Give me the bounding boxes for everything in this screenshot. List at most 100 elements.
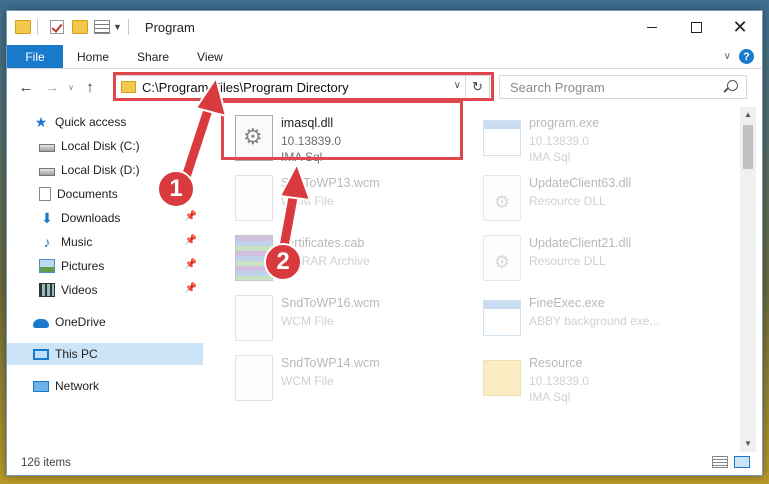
search-icon[interactable] bbox=[727, 80, 738, 91]
file-type: Resource DLL bbox=[529, 254, 606, 268]
details-view-icon[interactable] bbox=[712, 456, 728, 468]
sidebar-item-label: Pictures bbox=[61, 259, 105, 273]
file-item[interactable]: program.exe 10.13839.0 IMA Sql bbox=[475, 111, 715, 167]
file-name: SndToWP16.wcm bbox=[281, 296, 380, 310]
properties-check-icon[interactable] bbox=[50, 20, 64, 34]
file-item[interactable]: certificates.cab WinRAR Archive bbox=[227, 231, 467, 287]
download-icon: ⬇ bbox=[41, 210, 53, 226]
file-item[interactable]: UpdateClient63.dll Resource DLL bbox=[475, 171, 715, 227]
file-version: 10.13839.0 bbox=[529, 374, 590, 388]
file-name: UpdateClient21.dll bbox=[529, 236, 632, 250]
file-item[interactable]: Resource 10.13839.0 IMA Sql bbox=[475, 351, 715, 407]
forward-button[interactable]: → bbox=[39, 79, 65, 96]
file-description: IMA Sql bbox=[529, 390, 571, 404]
ribbon-tabs: File Home Share View ∨ ? bbox=[7, 45, 762, 69]
up-button[interactable]: ↑ bbox=[77, 79, 103, 96]
file-name: program.exe bbox=[529, 116, 600, 130]
sidebar-item-local-disk-c[interactable]: Local Disk (C:) bbox=[7, 135, 203, 157]
item-count: 126 items bbox=[21, 457, 71, 469]
tab-share[interactable]: Share bbox=[123, 45, 183, 68]
recent-locations-icon[interactable]: ∨ bbox=[65, 83, 77, 92]
minimize-button[interactable] bbox=[630, 11, 674, 43]
ribbon-right: ∨ ? bbox=[724, 49, 754, 64]
sidebar-item-videos[interactable]: Videos 📌 bbox=[7, 279, 203, 301]
expand-ribbon-icon[interactable]: ∨ bbox=[724, 51, 731, 62]
sidebar-item-quick-access[interactable]: ★ Quick access bbox=[7, 111, 203, 133]
sidebar-item-label: Quick access bbox=[55, 115, 127, 129]
sidebar-item-downloads[interactable]: ⬇ Downloads 📌 bbox=[7, 207, 203, 229]
sidebar-item-pictures[interactable]: Pictures 📌 bbox=[7, 255, 203, 277]
file-icon bbox=[235, 175, 273, 221]
help-icon[interactable]: ? bbox=[739, 49, 754, 64]
file-name: SndToWP14.wcm bbox=[281, 356, 380, 370]
pin-icon[interactable]: 📌 bbox=[185, 211, 197, 222]
videos-icon bbox=[39, 283, 55, 297]
search-input[interactable]: Search Program bbox=[510, 80, 605, 95]
scroll-thumb[interactable] bbox=[743, 125, 753, 169]
file-icon bbox=[235, 295, 273, 341]
file-name: SndToWP13.wcm bbox=[281, 176, 380, 190]
folder-icon bbox=[483, 360, 521, 396]
scroll-up-icon[interactable]: ▲ bbox=[740, 107, 756, 123]
file-type: WCM File bbox=[281, 374, 334, 388]
tab-home[interactable]: Home bbox=[63, 45, 123, 68]
pin-icon[interactable]: 📌 bbox=[185, 235, 197, 246]
sidebar-item-label: Local Disk (D:) bbox=[61, 163, 140, 177]
explorer-window: ▼ Program ✕ File Home Share View ∨ ? ← →… bbox=[6, 10, 763, 476]
music-icon: ♪ bbox=[43, 234, 51, 250]
sidebar-item-label: OneDrive bbox=[55, 315, 106, 329]
step-1-badge: 1 bbox=[157, 170, 195, 208]
sidebar-item-network[interactable]: Network bbox=[7, 375, 203, 397]
step-2-badge: 2 bbox=[264, 243, 302, 281]
view-switcher bbox=[712, 456, 750, 468]
sidebar-item-label: Music bbox=[61, 235, 93, 249]
divider bbox=[37, 19, 38, 35]
folder-icon bbox=[15, 20, 31, 34]
back-button[interactable]: ← bbox=[13, 79, 39, 96]
search-box[interactable]: Search Program bbox=[499, 75, 747, 99]
file-type: WCM File bbox=[281, 194, 334, 208]
exe-file-icon bbox=[483, 300, 521, 336]
pin-icon[interactable]: 📌 bbox=[185, 283, 197, 294]
new-folder-icon[interactable] bbox=[72, 20, 88, 34]
onedrive-icon bbox=[33, 319, 49, 328]
close-button[interactable]: ✕ bbox=[718, 11, 762, 43]
pictures-icon bbox=[39, 259, 55, 273]
tab-view[interactable]: View bbox=[183, 45, 237, 68]
star-icon: ★ bbox=[34, 114, 48, 130]
file-highlight-box bbox=[221, 100, 463, 160]
sidebar-item-music[interactable]: ♪ Music 📌 bbox=[7, 231, 203, 253]
window-title: Program bbox=[144, 19, 195, 35]
sidebar-item-onedrive[interactable]: OneDrive bbox=[7, 311, 203, 333]
scroll-down-icon[interactable]: ▼ bbox=[740, 436, 756, 452]
documents-icon bbox=[39, 187, 51, 201]
maximize-button[interactable] bbox=[674, 11, 718, 43]
file-name: FineExec.exe bbox=[529, 296, 605, 310]
sidebar-item-label: Downloads bbox=[61, 211, 121, 225]
computer-icon bbox=[33, 348, 49, 360]
vertical-scrollbar[interactable]: ▲ ▼ bbox=[740, 107, 756, 452]
window-controls: ✕ bbox=[630, 11, 762, 43]
sidebar-item-this-pc[interactable]: This PC bbox=[7, 343, 203, 365]
file-type: Resource DLL bbox=[529, 194, 606, 208]
sidebar-item-label: This PC bbox=[55, 347, 98, 361]
file-version: 10.13839.0 bbox=[529, 134, 590, 148]
file-type: ABBY background exe... bbox=[529, 314, 660, 328]
quick-access-toolbar-icon[interactable] bbox=[94, 20, 110, 34]
file-item[interactable]: SndToWP14.wcm WCM File bbox=[227, 351, 467, 407]
large-icons-view-icon[interactable] bbox=[734, 456, 750, 468]
exe-file-icon bbox=[483, 120, 521, 156]
navigation-bar: ← → ∨ ↑ C:\Program Files\Program Directo… bbox=[7, 72, 762, 101]
sidebar-item-label: Network bbox=[55, 379, 100, 393]
pin-icon[interactable]: 📌 bbox=[185, 259, 197, 270]
sidebar-item-label: Videos bbox=[61, 283, 98, 297]
file-item[interactable]: SndToWP13.wcm WCM File bbox=[227, 171, 467, 227]
tab-file[interactable]: File bbox=[7, 45, 63, 68]
file-item[interactable]: FineExec.exe ABBY background exe... bbox=[475, 291, 715, 347]
file-icon bbox=[235, 355, 273, 401]
title-bar: ▼ Program ✕ bbox=[7, 11, 762, 43]
file-name: UpdateClient63.dll bbox=[529, 176, 632, 190]
chevron-down-icon[interactable]: ▼ bbox=[113, 22, 122, 32]
file-item[interactable]: UpdateClient21.dll Resource DLL bbox=[475, 231, 715, 287]
file-item[interactable]: SndToWP16.wcm WCM File bbox=[227, 291, 467, 347]
